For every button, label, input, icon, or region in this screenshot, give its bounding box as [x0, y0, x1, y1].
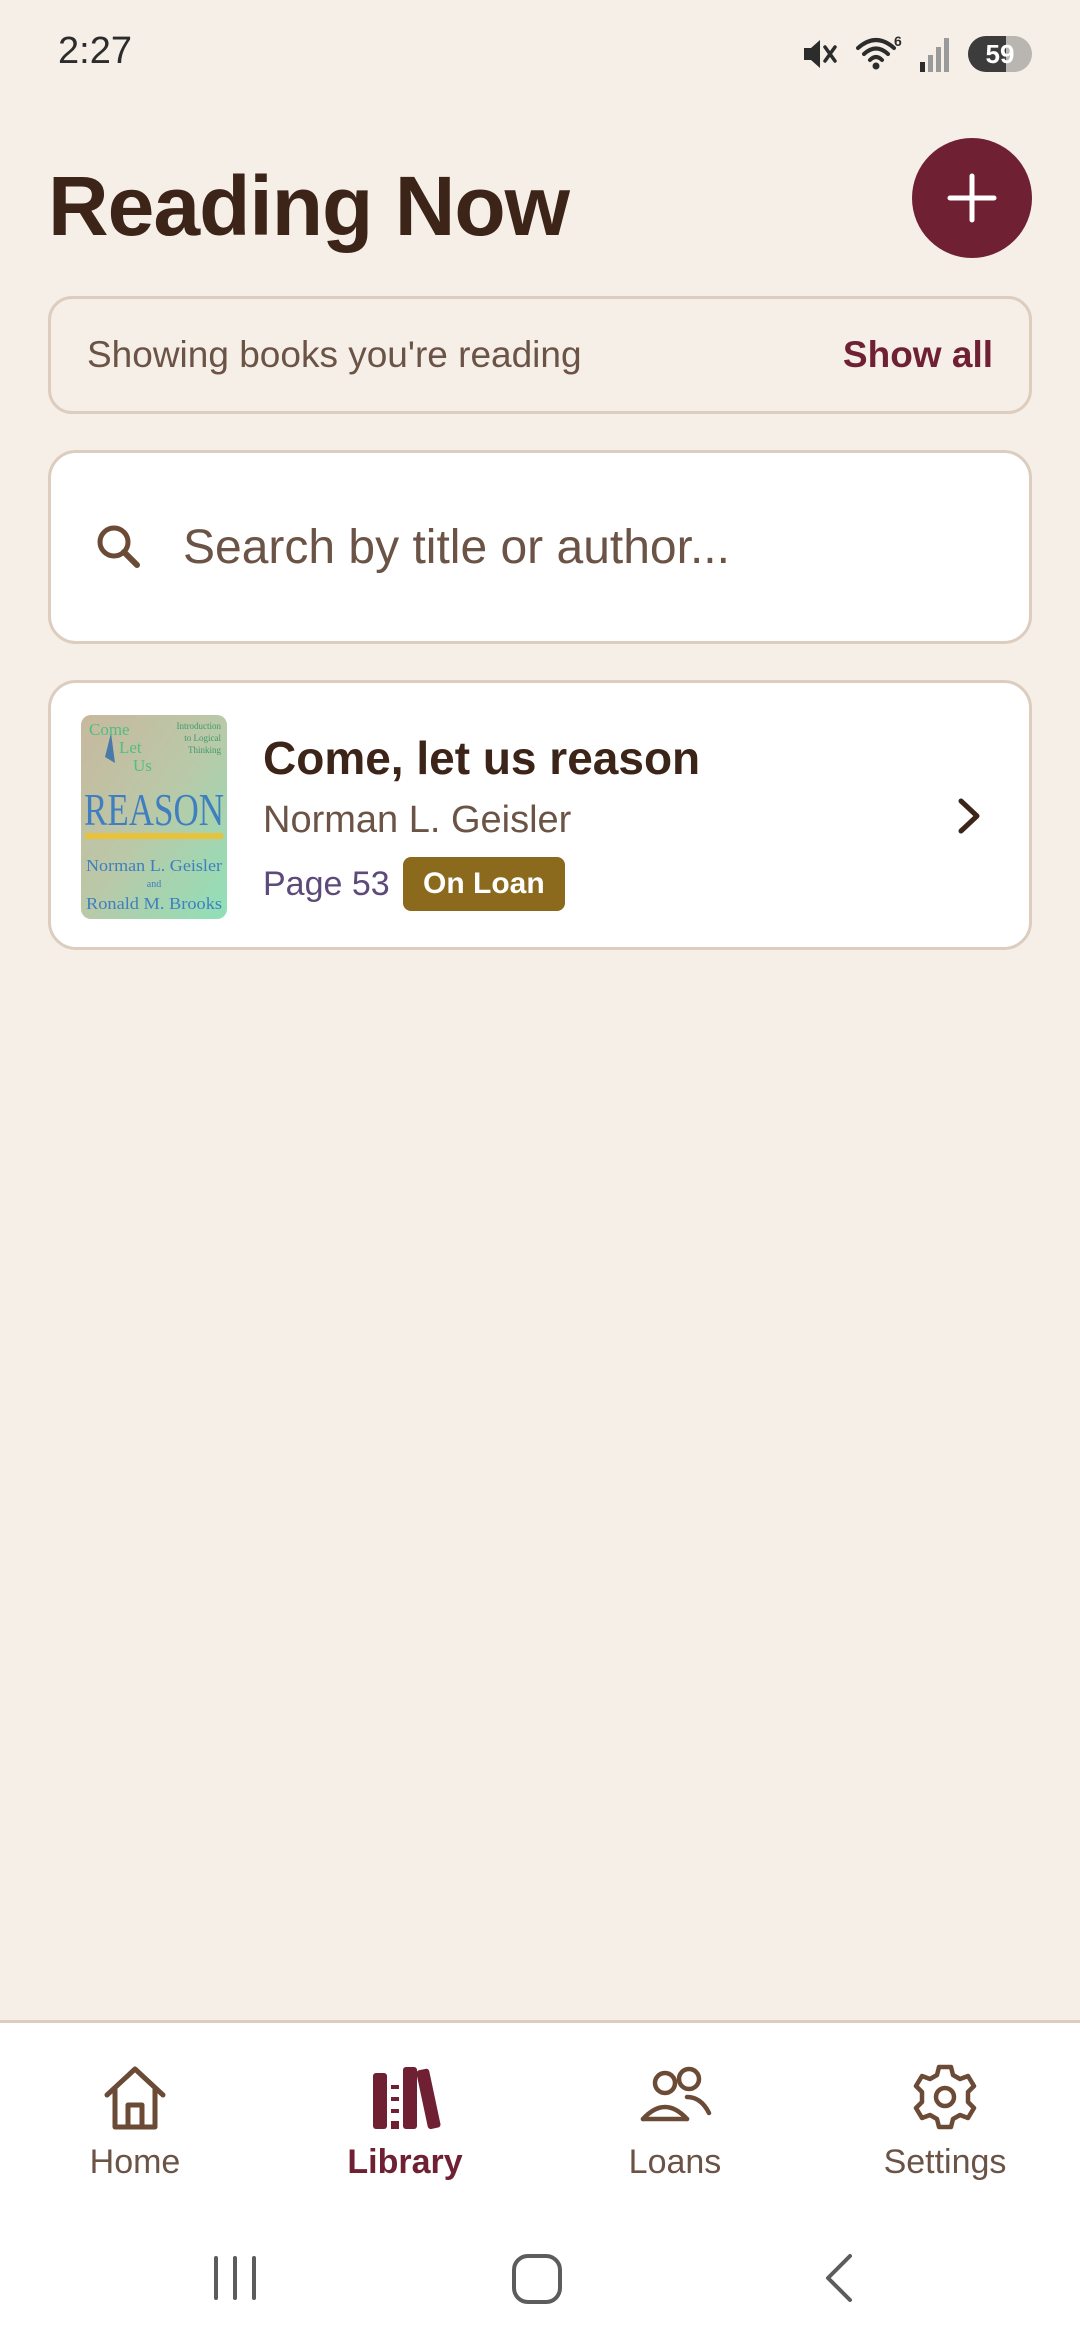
- wifi-icon: 6: [856, 34, 902, 70]
- cover-reason: REASON: [84, 784, 224, 835]
- book-title: Come, let us reason: [263, 732, 701, 784]
- plus-icon: [947, 173, 997, 223]
- nav-loans[interactable]: Loans: [540, 2061, 810, 2182]
- battery-level: 59: [985, 38, 1015, 69]
- system-nav: [0, 2220, 1080, 2340]
- gear-icon: [913, 2064, 977, 2130]
- search-icon: [97, 525, 140, 568]
- library-icon: [373, 2067, 441, 2130]
- nav-library[interactable]: Library: [270, 2061, 540, 2182]
- screen: 2:27 6 59 Reading Now Showing books you'…: [0, 0, 1080, 2340]
- back-icon[interactable]: [816, 2248, 866, 2308]
- show-all-button[interactable]: Show all: [843, 334, 993, 376]
- filter-banner: Showing books you're reading Show all: [48, 296, 1032, 414]
- page-title: Reading Now: [48, 159, 570, 253]
- cover-let: Let: [119, 738, 142, 757]
- cover-come: Come: [89, 720, 130, 739]
- filter-text: Showing books you're reading: [87, 334, 582, 375]
- book-card[interactable]: Come Let Us Introduction to Logical Thin…: [48, 680, 1032, 950]
- wifi-badge: 6: [894, 34, 902, 49]
- signal-icon: [920, 38, 949, 72]
- cover-and: and: [147, 879, 161, 890]
- people-icon: [640, 2066, 712, 2122]
- cover-subtitle-1: Introduction: [177, 721, 222, 731]
- chevron-right-icon: [958, 798, 980, 834]
- nav-settings[interactable]: Settings: [810, 2061, 1080, 2182]
- home-system-icon[interactable]: [508, 2248, 568, 2308]
- battery-icon: 59: [968, 36, 1032, 72]
- bottom-nav: Home Library Loans Settings: [0, 2020, 1080, 2220]
- book-page: Page 53: [263, 865, 390, 903]
- recent-apps-icon[interactable]: [210, 2248, 260, 2308]
- book-cover: Come Let Us Introduction to Logical Thin…: [81, 715, 227, 919]
- cover-subtitle-3: Thinking: [188, 745, 221, 755]
- search-input[interactable]: [183, 519, 1003, 575]
- cover-author-2: Ronald M. Brooks: [86, 894, 222, 913]
- nav-loans-label: Loans: [628, 2143, 722, 2181]
- nav-library-label: Library: [347, 2143, 463, 2181]
- status-time: 2:27: [58, 30, 132, 72]
- cover-author-1: Norman L. Geisler: [86, 856, 222, 875]
- add-book-button[interactable]: [912, 138, 1032, 258]
- cover-subtitle-2: to Logical: [184, 733, 221, 743]
- nav-home[interactable]: Home: [0, 2061, 270, 2182]
- home-icon: [104, 2066, 166, 2130]
- on-loan-badge: On Loan: [403, 857, 565, 911]
- mute-icon: [804, 40, 837, 68]
- book-author: Norman L. Geisler: [263, 799, 572, 841]
- status-icons: 6 59: [800, 30, 1032, 78]
- cover-us: Us: [133, 756, 152, 775]
- nav-settings-label: Settings: [883, 2143, 1007, 2181]
- search-box[interactable]: [48, 450, 1032, 644]
- nav-home-label: Home: [89, 2143, 181, 2181]
